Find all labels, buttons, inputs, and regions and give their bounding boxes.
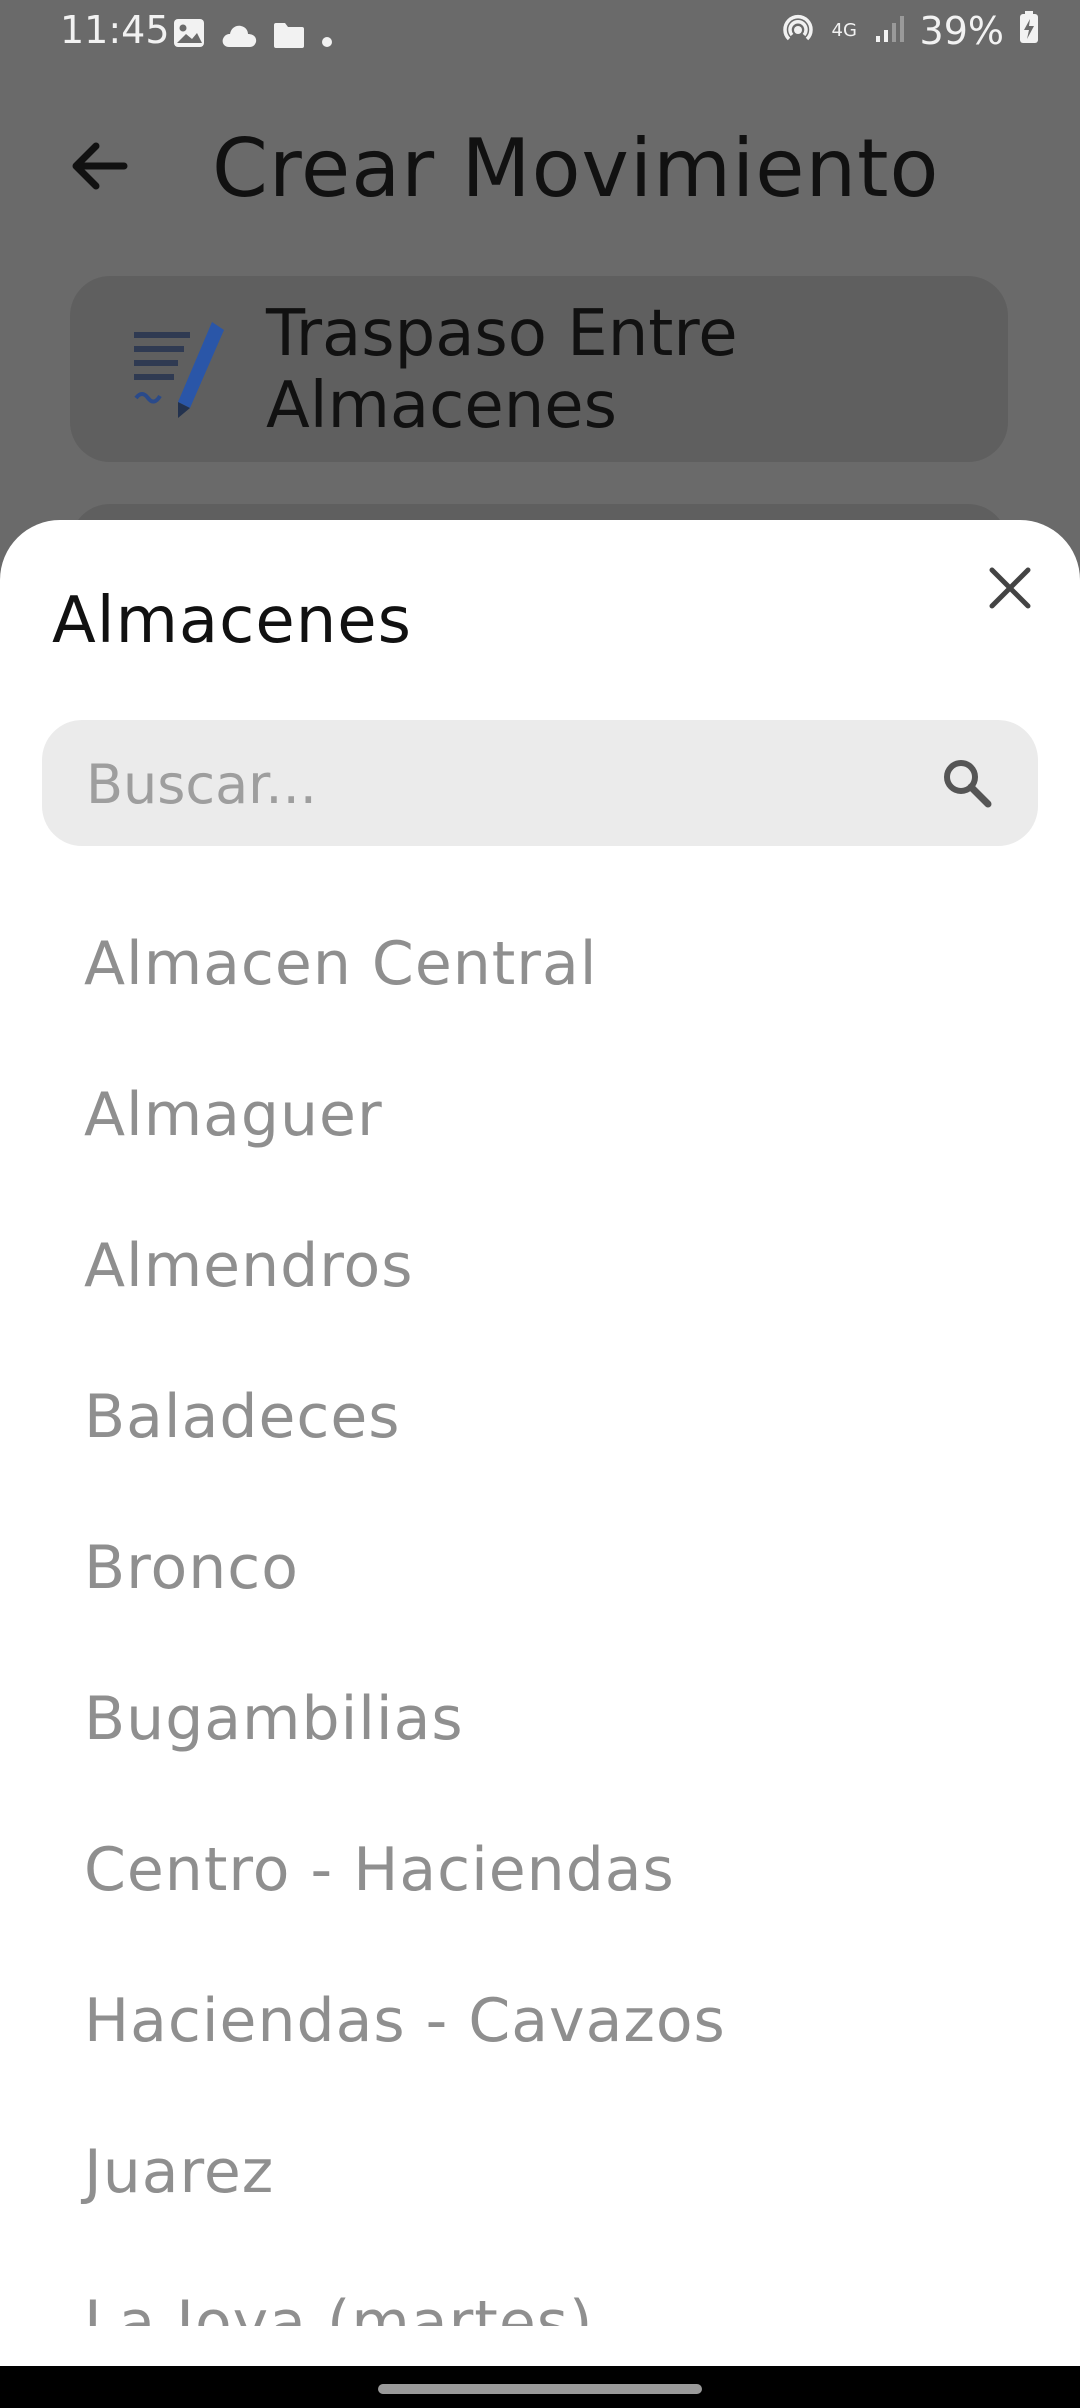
warehouse-list: Almacen Central Almaguer Almendros Balad… — [0, 888, 1080, 2327]
movement-type-card[interactable]: Traspaso Entre Almacenes — [70, 276, 1008, 462]
list-item[interactable]: Bronco — [0, 1492, 1080, 1643]
movement-type-label: Traspaso Entre Almacenes — [266, 297, 738, 443]
list-item[interactable]: Almendros — [0, 1190, 1080, 1341]
warehouse-picker-sheet: Almacenes Almacen Central Almaguer Almen… — [0, 520, 1080, 2366]
network-type-label: 4G — [831, 19, 857, 41]
battery-percent: 39% — [919, 8, 1004, 53]
document-pen-icon — [126, 316, 230, 420]
status-time: 11:45 — [60, 8, 170, 52]
cloud-icon — [220, 14, 258, 58]
status-bar: 11:45 4G 39% — [0, 0, 1080, 64]
search-icon[interactable] — [938, 754, 996, 812]
list-item[interactable]: Bugambilias — [0, 1643, 1080, 1794]
arrow-back-icon[interactable] — [64, 130, 136, 202]
list-item[interactable]: La Joya (martes) — [0, 2247, 1080, 2327]
home-gesture-handle[interactable] — [378, 2384, 702, 2394]
navigation-bar — [0, 2366, 1080, 2408]
list-item[interactable]: Juarez — [0, 2096, 1080, 2247]
list-item[interactable]: Haciendas - Cavazos — [0, 1945, 1080, 2096]
image-icon — [172, 14, 206, 58]
sheet-title: Almacenes — [52, 584, 412, 658]
folder-icon — [272, 14, 306, 58]
close-icon[interactable] — [978, 556, 1042, 620]
list-item[interactable]: Almacen Central — [0, 888, 1080, 1039]
page-title: Crear Movimiento — [212, 122, 940, 215]
list-item[interactable]: Baladeces — [0, 1341, 1080, 1492]
list-item[interactable]: Almaguer — [0, 1039, 1080, 1190]
hotspot-icon — [778, 8, 818, 53]
dot-icon — [320, 14, 334, 58]
signal-icon — [874, 9, 906, 53]
search-input[interactable] — [84, 720, 948, 848]
search-box[interactable] — [42, 720, 1038, 848]
app-bar: Crear Movimiento — [0, 110, 1080, 230]
battery-charging-icon — [1018, 9, 1040, 53]
list-item[interactable]: Centro - Haciendas — [0, 1794, 1080, 1945]
